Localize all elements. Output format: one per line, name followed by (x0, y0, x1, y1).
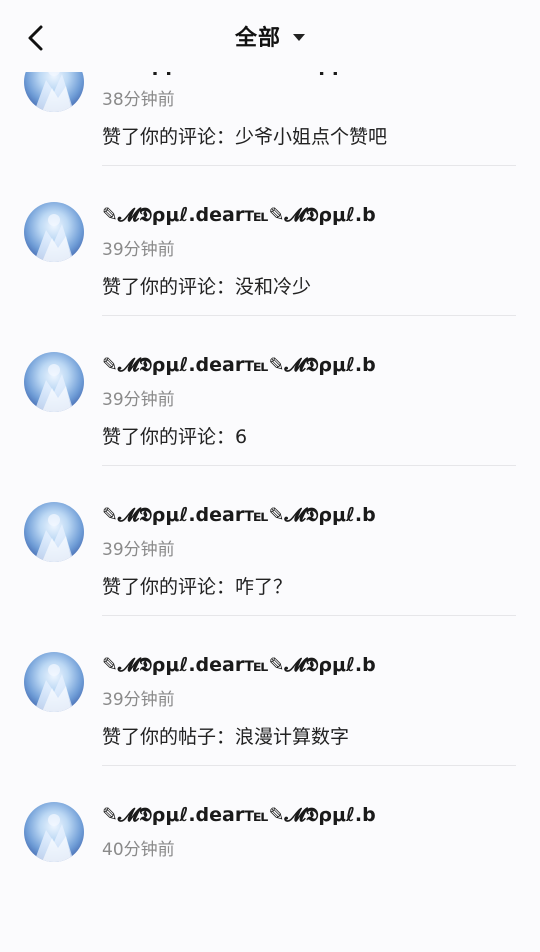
avatar[interactable] (24, 652, 84, 712)
divider (102, 165, 516, 166)
notification-item[interactable]: ✎𝓜𝕯ρμℓ.dear℡✎𝓜𝕯ρμℓ.b 39分钟前 赞了你的评论：6 (0, 352, 540, 502)
notification-text[interactable]: 赞了你的评论：没和冷少 (102, 272, 311, 299)
notification-item[interactable]: ✎𝓜𝕯ρμℓ.dear℡✎𝓜𝕯ρμℓ.b 39分钟前 赞了你的帖子：浪漫计算数字 (0, 652, 540, 802)
avatar[interactable] (24, 802, 84, 862)
user-name[interactable]: ✎𝓜𝕯ρμℓ.dear℡✎𝓜𝕯ρμℓ.b (102, 204, 376, 226)
divider (102, 315, 516, 316)
notification-item[interactable]: ✎𝓜𝕯ρμℓ.dear℡✎𝓜𝕯ρμℓ.b 39分钟前 赞了你的评论：咋了？ (0, 502, 540, 652)
timestamp: 39分钟前 (102, 240, 175, 260)
notification-text[interactable]: 赞了你的帖子：浪漫计算数字 (102, 722, 349, 749)
timestamp: 39分钟前 (102, 540, 175, 560)
divider (102, 765, 516, 766)
divider (102, 615, 516, 616)
filter-dropdown[interactable]: 全部 (0, 20, 540, 52)
notification-item[interactable]: ✎𝓜𝕯ρμℓ.dear℡✎𝓜𝕯ρμℓ.b 40分钟前 (0, 802, 540, 952)
caret-down-icon (293, 33, 305, 41)
avatar[interactable] (24, 202, 84, 262)
top-bar: 全部 (0, 0, 540, 72)
avatar[interactable] (24, 352, 84, 412)
notification-item[interactable]: ✎𝓜𝕯ρμℓ.dear℡✎𝓜𝕯ρμℓ.b 39分钟前 赞了你的评论：没和冷少 (0, 202, 540, 352)
notification-text[interactable]: 赞了你的评论：少爷小姐点个赞吧 (102, 122, 387, 149)
notification-text[interactable]: 赞了你的评论：6 (102, 422, 247, 449)
timestamp: 39分钟前 (102, 390, 175, 410)
timestamp: 39分钟前 (102, 690, 175, 710)
timestamp: 40分钟前 (102, 840, 175, 860)
user-name[interactable]: ✎𝓜𝕯ρμℓ.dear℡✎𝓜𝕯ρμℓ.b (102, 504, 376, 526)
user-name[interactable]: ✎𝓜𝕯ρμℓ.dear℡✎𝓜𝕯ρμℓ.b (102, 804, 376, 826)
avatar[interactable] (24, 502, 84, 562)
user-name[interactable]: ✎𝓜𝕯ρμℓ.dear℡✎𝓜𝕯ρμℓ.b (102, 654, 376, 676)
user-name[interactable]: ✎𝓜𝕯ρμℓ.dear℡✎𝓜𝕯ρμℓ.b (102, 354, 376, 376)
notification-item[interactable]: ✎𝓜𝕯ρμℓ.dear℡✎𝓜𝕯ρμℓ.b 38分钟前 赞了你的评论：少爷小姐点个… (0, 52, 540, 202)
notification-text[interactable]: 赞了你的评论：咋了？ (102, 572, 292, 599)
page-title: 全部 (234, 26, 281, 51)
divider (102, 465, 516, 466)
timestamp: 38分钟前 (102, 90, 175, 110)
